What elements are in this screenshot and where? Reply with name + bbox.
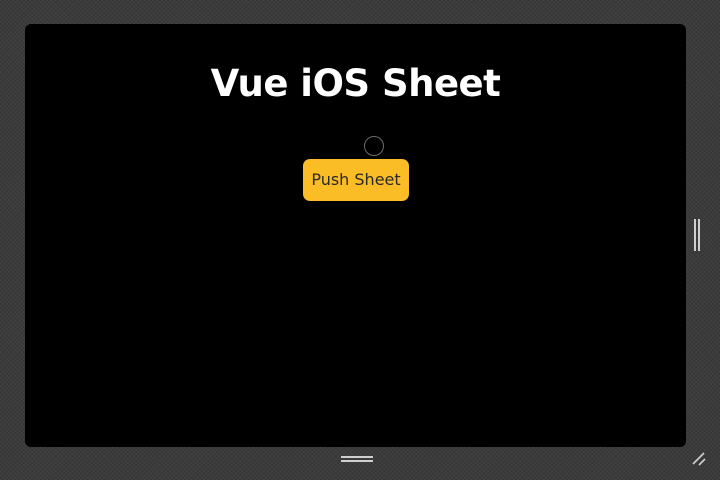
push-sheet-button[interactable]: Push Sheet — [303, 159, 409, 201]
app-preview-frame: Vue iOS Sheet Push Sheet — [25, 24, 686, 447]
resize-corner-icon[interactable] — [690, 450, 708, 468]
mouse-cursor — [364, 136, 384, 156]
grip-horizontal-icon[interactable] — [341, 455, 373, 462]
page-title: Vue iOS Sheet — [210, 62, 501, 105]
grip-vertical-icon[interactable] — [693, 219, 700, 251]
